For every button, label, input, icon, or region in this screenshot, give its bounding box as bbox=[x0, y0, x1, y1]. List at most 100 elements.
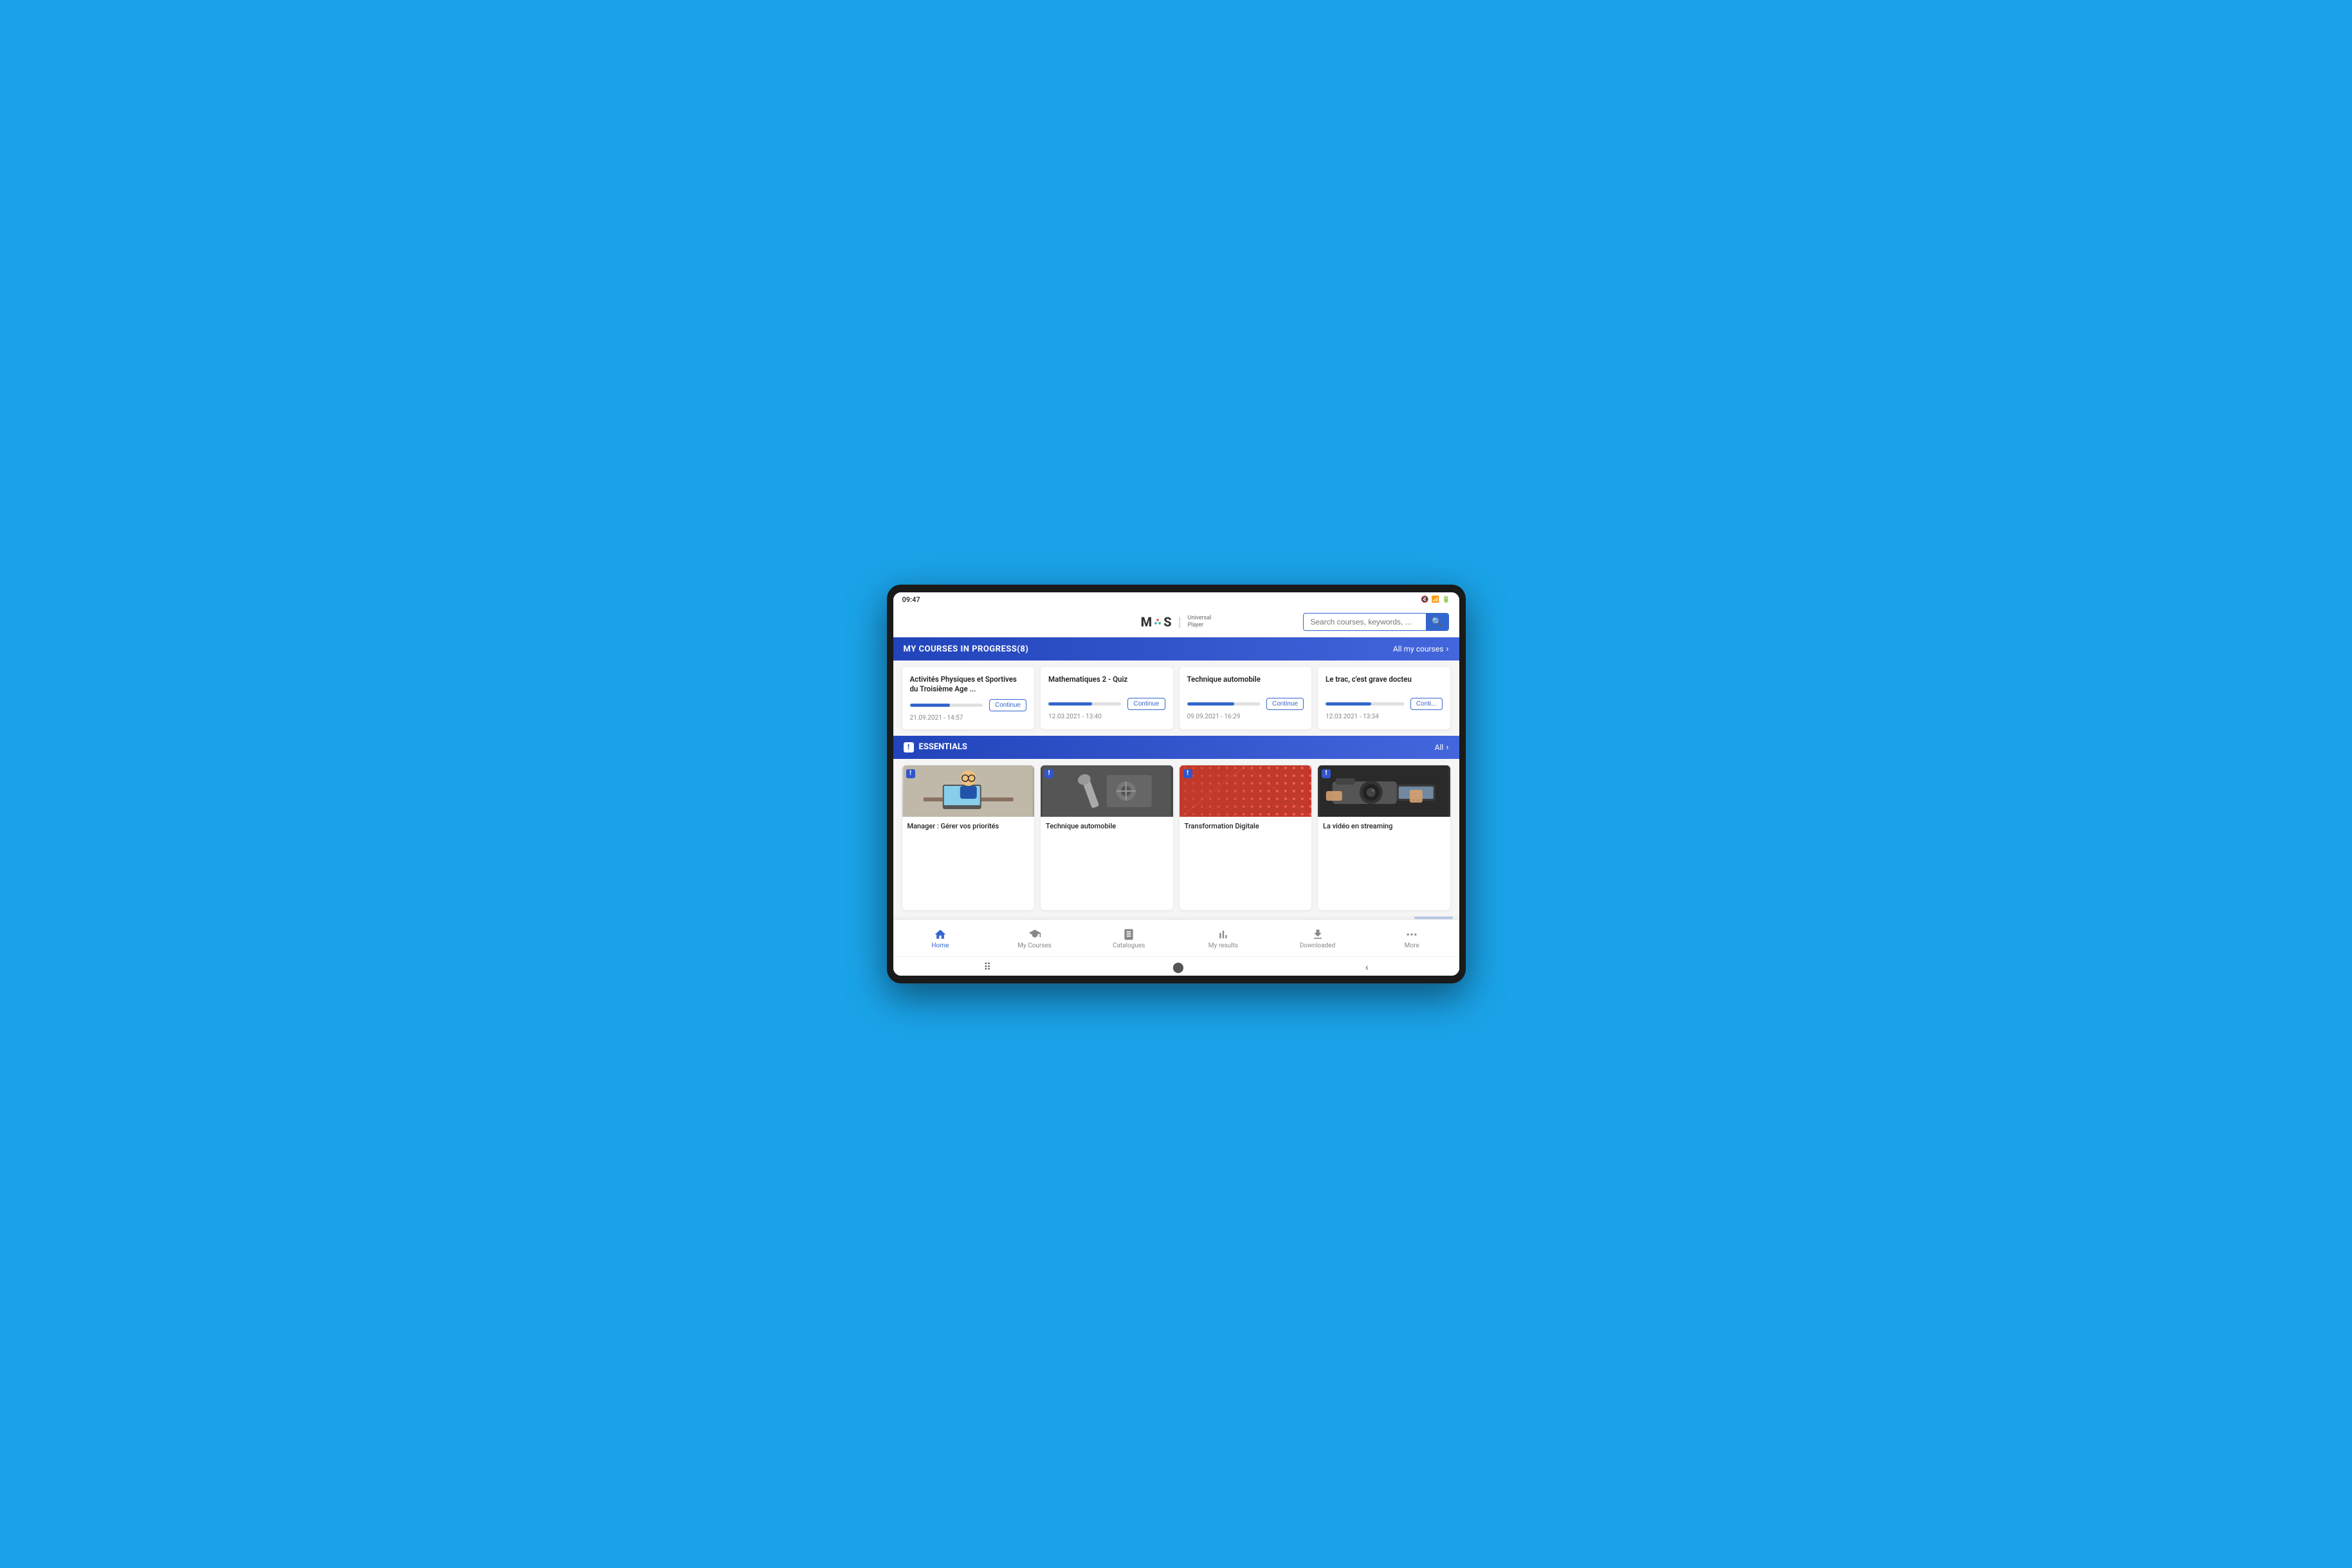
nav-item-my-results[interactable]: My results bbox=[1176, 920, 1271, 956]
system-home-button[interactable]: ⬤ bbox=[1172, 961, 1184, 973]
progress-bar-fill bbox=[1048, 702, 1092, 706]
courses-row: Activités Physiques et Sportives du Troi… bbox=[893, 661, 1459, 736]
home-nav-label: Home bbox=[931, 942, 949, 949]
my-courses-nav-label: My Courses bbox=[1017, 942, 1052, 949]
course-date: 09.09.2021 - 16:29 bbox=[1187, 713, 1304, 720]
course-card: Technique automobile Continue 09.09.2021… bbox=[1180, 667, 1312, 729]
downloaded-nav-icon bbox=[1311, 928, 1324, 941]
my-results-nav-label: My results bbox=[1208, 942, 1238, 949]
search-bar[interactable]: 🔍 bbox=[1303, 613, 1448, 631]
essentials-title: ESSENTIALS bbox=[919, 742, 967, 752]
essential-badge-overlay: ! bbox=[906, 769, 915, 778]
essential-image: ! bbox=[902, 765, 1035, 817]
tablet-screen: 09:47 🔇 📶 🔋 M S | bbox=[893, 592, 1459, 976]
tablet-frame: 09:47 🔇 📶 🔋 M S | bbox=[887, 585, 1466, 983]
essentials-header: ! ESSENTIALS All › bbox=[893, 736, 1459, 759]
essential-image: ! bbox=[1180, 765, 1312, 817]
essential-image: ! bbox=[1041, 765, 1173, 817]
course-card-title: Mathematiques 2 - Quiz bbox=[1048, 675, 1165, 693]
logo-subtitle-line2: Player bbox=[1187, 622, 1211, 629]
catalogues-nav-icon bbox=[1122, 928, 1135, 941]
essential-badge-overlay: ! bbox=[1044, 769, 1053, 778]
courses-section-header: MY COURSES IN PROGRESS(8) All my courses… bbox=[893, 637, 1459, 661]
scroll-indicator bbox=[1414, 916, 1453, 919]
course-card-title: Le trac, c'est grave docteu bbox=[1326, 675, 1443, 693]
logo-m: M bbox=[1141, 614, 1153, 630]
my-courses-nav-icon bbox=[1028, 928, 1041, 941]
bottom-nav: Home My Courses Catalogues My results Do… bbox=[893, 919, 1459, 956]
essentials-title-area: ! ESSENTIALS bbox=[904, 742, 967, 752]
essential-card[interactable]: ! Manager : Gérer vos priorités bbox=[902, 765, 1035, 910]
nav-item-my-courses[interactable]: My Courses bbox=[987, 920, 1082, 956]
system-nav: ⠿ ⬤ ‹ bbox=[893, 956, 1459, 976]
essential-card-title: La vidéo en streaming bbox=[1318, 817, 1450, 835]
progress-bar-container bbox=[1187, 702, 1260, 706]
all-courses-link[interactable]: All my courses › bbox=[1393, 644, 1449, 654]
essential-badge-overlay: ! bbox=[1183, 769, 1192, 778]
essential-card-title: Manager : Gérer vos priorités bbox=[902, 817, 1035, 835]
progress-bar-fill bbox=[1187, 702, 1235, 706]
search-input[interactable] bbox=[1304, 614, 1426, 630]
courses-section-title: MY COURSES IN PROGRESS(8) bbox=[904, 644, 1029, 654]
catalogues-nav-label: Catalogues bbox=[1113, 942, 1145, 949]
course-card: Le trac, c'est grave docteu Conti... 12.… bbox=[1318, 667, 1450, 729]
course-card: Activités Physiques et Sportives du Troi… bbox=[902, 667, 1035, 729]
chevron-right-essentials-icon: › bbox=[1446, 742, 1448, 752]
chevron-right-icon: › bbox=[1446, 644, 1448, 654]
logo-dots bbox=[1153, 617, 1162, 626]
essentials-badge: ! bbox=[904, 742, 914, 752]
logo-separator: | bbox=[1178, 614, 1181, 630]
system-back-button[interactable]: ⠿ bbox=[983, 961, 991, 973]
continue-button[interactable]: Continue bbox=[989, 699, 1026, 711]
course-card: Mathematiques 2 - Quiz Continue 12.03.20… bbox=[1041, 667, 1173, 729]
continue-button[interactable]: Continue bbox=[1127, 698, 1165, 710]
more-nav-icon bbox=[1405, 928, 1418, 941]
status-bar: 09:47 🔇 📶 🔋 bbox=[893, 592, 1459, 606]
course-date: 12.03.2021 - 13:34 bbox=[1326, 713, 1443, 720]
logo-mos: M S bbox=[1141, 614, 1172, 630]
progress-bar-fill bbox=[1326, 702, 1371, 706]
logo-subtitle-line1: Universal bbox=[1187, 615, 1211, 622]
search-button[interactable]: 🔍 bbox=[1426, 614, 1448, 630]
essential-badge-overlay: ! bbox=[1322, 769, 1331, 778]
essential-image: ! bbox=[1318, 765, 1450, 817]
wifi-icon: 📶 bbox=[1432, 596, 1439, 603]
my-results-nav-icon bbox=[1217, 928, 1230, 941]
course-card-footer: Continue bbox=[910, 699, 1027, 711]
nav-item-more[interactable]: More bbox=[1365, 920, 1459, 956]
nav-item-catalogues[interactable]: Catalogues bbox=[1082, 920, 1176, 956]
essential-card[interactable]: ! Transformation Digitale bbox=[1180, 765, 1312, 910]
more-nav-label: More bbox=[1405, 942, 1419, 949]
progress-bar-container bbox=[910, 704, 983, 707]
battery-icon: 🔋 bbox=[1442, 596, 1450, 603]
continue-button[interactable]: Conti... bbox=[1410, 698, 1443, 710]
course-card-title: Technique automobile bbox=[1187, 675, 1304, 693]
downloaded-nav-label: Downloaded bbox=[1300, 942, 1335, 949]
course-card-footer: Continue bbox=[1048, 698, 1165, 710]
home-nav-icon bbox=[934, 928, 947, 941]
nav-item-home[interactable]: Home bbox=[893, 920, 988, 956]
progress-bar-container bbox=[1048, 702, 1121, 706]
logo-subtitle: Universal Player bbox=[1187, 615, 1211, 629]
continue-button[interactable]: Continue bbox=[1266, 698, 1304, 710]
course-date: 21.09.2021 - 14:57 bbox=[910, 715, 1027, 722]
nav-item-downloaded[interactable]: Downloaded bbox=[1270, 920, 1365, 956]
logo-s: S bbox=[1163, 614, 1171, 630]
essentials-row: ! Manager : Gérer vos priorités ! Techni… bbox=[893, 759, 1459, 916]
essential-card-title: Transformation Digitale bbox=[1180, 817, 1312, 835]
course-date: 12.03.2021 - 13:40 bbox=[1048, 713, 1165, 720]
course-card-footer: Continue bbox=[1187, 698, 1304, 710]
essentials-all-link[interactable]: All › bbox=[1435, 742, 1449, 752]
scroll-area bbox=[893, 916, 1459, 919]
app-header: M S | Universal Player 🔍 bbox=[893, 606, 1459, 637]
essential-card[interactable]: ! La vidéo en streaming bbox=[1318, 765, 1450, 910]
mute-icon: 🔇 bbox=[1421, 596, 1428, 603]
logo-area: M S | Universal Player bbox=[1141, 614, 1212, 630]
course-card-footer: Conti... bbox=[1326, 698, 1443, 710]
status-time: 09:47 bbox=[902, 596, 920, 604]
progress-bar-container bbox=[1326, 702, 1404, 706]
essential-card[interactable]: ! Technique automobile bbox=[1041, 765, 1173, 910]
course-card-title: Activités Physiques et Sportives du Troi… bbox=[910, 675, 1027, 694]
progress-bar-fill bbox=[910, 704, 950, 707]
system-recents-button[interactable]: ‹ bbox=[1365, 961, 1369, 973]
